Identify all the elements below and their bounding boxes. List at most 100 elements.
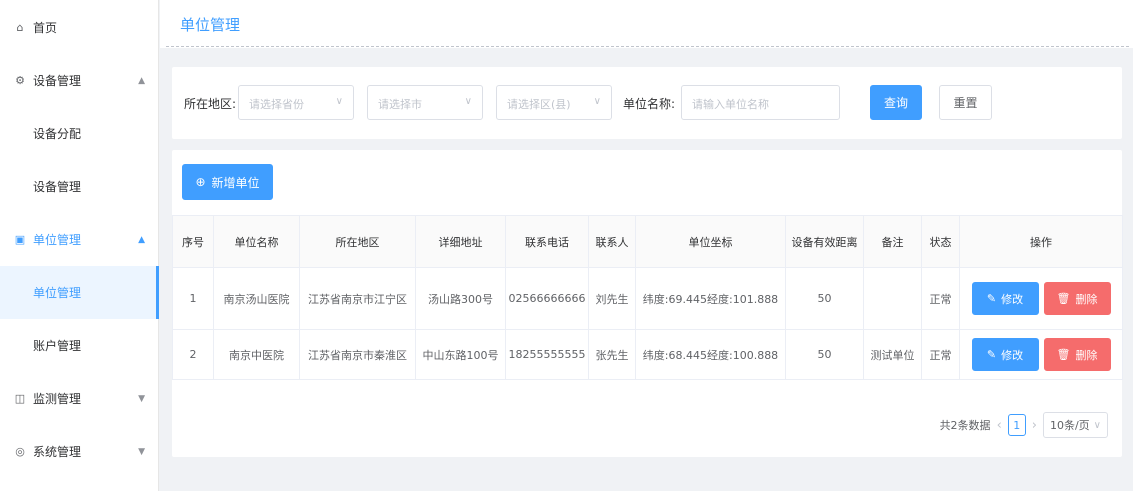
menu-unit-management-label: 单位管理 (33, 233, 82, 247)
chevron-down-icon: ∨ (1093, 419, 1101, 431)
cell-name: 南京汤山医院 (213, 267, 300, 330)
menu-unit-manage[interactable]: 单位管理 (0, 266, 159, 319)
unit-table: 序号 单位名称 所在地区 详细地址 联系电话 联系人 单位坐标 设备有效距离 备… (172, 215, 1123, 380)
reset-button[interactable]: 重置 (939, 85, 992, 120)
menu-system-management-label: 系统管理 (33, 445, 82, 459)
cell-distance: 50 (785, 329, 864, 380)
page-title: 单位管理 (180, 16, 241, 34)
table-header-row: 序号 单位名称 所在地区 详细地址 联系电话 联系人 单位坐标 设备有效距离 备… (172, 215, 1123, 268)
trash-icon: 🗑 (1056, 292, 1071, 305)
menu-monitor-management[interactable]: ◫ 监测管理 ▼ (0, 372, 159, 425)
device-icon: ⚙ (15, 74, 25, 87)
header-coords: 单位坐标 (635, 215, 786, 268)
unit-name-input[interactable]: 请输入单位名称 (681, 85, 840, 120)
cell-coords: 纬度:69.445经度:101.888 (635, 267, 786, 330)
header-name: 单位名称 (213, 215, 300, 268)
cell-distance: 50 (785, 267, 864, 330)
header-status: 状态 (921, 215, 960, 268)
sidebar: ⌂ 首页 ⚙ 设备管理 ▲ 设备分配 设备管理 ▣ 单位管理 ▲ 单位管理 账户… (0, 0, 159, 491)
query-button[interactable]: 查询 (870, 85, 922, 120)
next-page-icon[interactable]: › (1032, 418, 1037, 433)
menu-monitor-management-label: 监测管理 (33, 392, 82, 406)
title-bar: 单位管理 (160, 0, 1133, 48)
menu-device-management[interactable]: ⚙ 设备管理 ▲ (0, 54, 159, 107)
table-row: 2 南京中医院 江苏省南京市秦淮区 中山东路100号 18255555555 张… (172, 329, 1123, 380)
chevron-up-icon: ▲ (138, 234, 145, 245)
delete-label: 删除 (1075, 348, 1098, 362)
filter-panel: 所在地区: 请选择省份 ∨ 请选择市 ∨ 请选择区(县) ∨ 单位名称: 请输入… (172, 67, 1122, 139)
edit-icon: ✎ (986, 348, 997, 361)
cell-address: 汤山路300号 (415, 267, 506, 330)
home-icon: ⌂ (16, 21, 24, 34)
settings-icon: ◎ (15, 445, 25, 458)
menu-system-management[interactable]: ◎ 系统管理 ▼ (0, 425, 159, 478)
add-unit-button[interactable]: ⊕ 新增单位 (182, 164, 273, 200)
status-badge: 正常 (921, 329, 960, 380)
add-unit-label: 新增单位 (211, 175, 260, 190)
menu-device-assign-label: 设备分配 (33, 127, 82, 141)
cell-name: 南京中医院 (213, 329, 300, 380)
unit-name-label: 单位名称: (623, 97, 676, 111)
menu-device-assign[interactable]: 设备分配 (0, 107, 159, 160)
header-contact: 联系人 (588, 215, 636, 268)
header-index: 序号 (172, 215, 214, 268)
edit-label: 修改 (1001, 292, 1024, 306)
menu-account-manage[interactable]: 账户管理 (0, 319, 159, 372)
edit-label: 修改 (1001, 348, 1024, 362)
cell-region: 江苏省南京市江宁区 (299, 267, 416, 330)
chevron-down-icon: ▼ (138, 446, 145, 457)
plus-circle-icon: ⊕ (195, 175, 206, 189)
chevron-down-icon: ∨ (464, 96, 472, 107)
cell-actions: ✎ 修改 🗑 删除 (959, 267, 1123, 330)
city-placeholder: 请选择市 (378, 98, 422, 111)
cell-actions: ✎ 修改 🗑 删除 (959, 329, 1123, 380)
page-size-select[interactable]: 10条/页 ∨ (1042, 412, 1108, 438)
province-placeholder: 请选择省份 (249, 98, 304, 111)
header-actions: 操作 (959, 215, 1123, 268)
chevron-down-icon: ▼ (138, 393, 145, 404)
cell-remark (863, 267, 922, 330)
delete-button[interactable]: 🗑 删除 (1043, 338, 1111, 371)
cell-address: 中山东路100号 (415, 329, 506, 380)
edit-button[interactable]: ✎ 修改 (971, 338, 1039, 371)
chevron-down-icon: ∨ (335, 96, 343, 107)
cell-phone: 18255555555 (505, 329, 589, 380)
prev-page-icon[interactable]: ‹ (997, 418, 1002, 433)
cell-contact: 刘先生 (588, 267, 636, 330)
city-select[interactable]: 请选择市 ∨ (367, 85, 483, 120)
header-region: 所在地区 (299, 215, 416, 268)
delete-label: 删除 (1075, 292, 1098, 306)
header-distance: 设备有效距离 (785, 215, 864, 268)
cell-phone: 02566666666 (505, 267, 589, 330)
district-select[interactable]: 请选择区(县) ∨ (496, 85, 612, 120)
header-phone: 联系电话 (505, 215, 589, 268)
menu-unit-management[interactable]: ▣ 单位管理 ▲ (0, 213, 159, 266)
monitor-icon: ◫ (14, 392, 26, 405)
cell-remark: 测试单位 (863, 329, 922, 380)
menu-device-manage[interactable]: 设备管理 (0, 160, 159, 213)
cell-contact: 张先生 (588, 329, 636, 380)
menu-home[interactable]: ⌂ 首页 (0, 1, 159, 54)
page-number[interactable]: 1 (1007, 414, 1026, 436)
edit-icon: ✎ (986, 292, 997, 305)
menu-device-management-label: 设备管理 (33, 74, 82, 88)
district-placeholder: 请选择区(县) (507, 98, 571, 111)
chevron-up-icon: ▲ (138, 75, 145, 86)
header-remark: 备注 (863, 215, 922, 268)
cell-index: 2 (172, 329, 214, 380)
delete-button[interactable]: 🗑 删除 (1043, 282, 1111, 315)
table-panel: ⊕ 新增单位 序号 单位名称 所在地区 详细地址 联系电话 联系人 单位坐标 设… (172, 150, 1123, 457)
header-address: 详细地址 (415, 215, 506, 268)
menu-home-label: 首页 (33, 21, 58, 35)
province-select[interactable]: 请选择省份 ∨ (238, 85, 354, 120)
chevron-down-icon: ∨ (593, 96, 601, 107)
unit-name-placeholder: 请输入单位名称 (692, 98, 769, 111)
menu-device-manage-label: 设备管理 (33, 180, 82, 194)
region-label: 所在地区: (184, 97, 237, 111)
menu-account-manage-label: 账户管理 (33, 339, 82, 353)
menu-unit-manage-label: 单位管理 (33, 286, 82, 300)
edit-button[interactable]: ✎ 修改 (971, 282, 1039, 315)
cell-coords: 纬度:68.445经度:100.888 (635, 329, 786, 380)
cell-index: 1 (172, 267, 214, 330)
title-divider (166, 46, 1129, 47)
